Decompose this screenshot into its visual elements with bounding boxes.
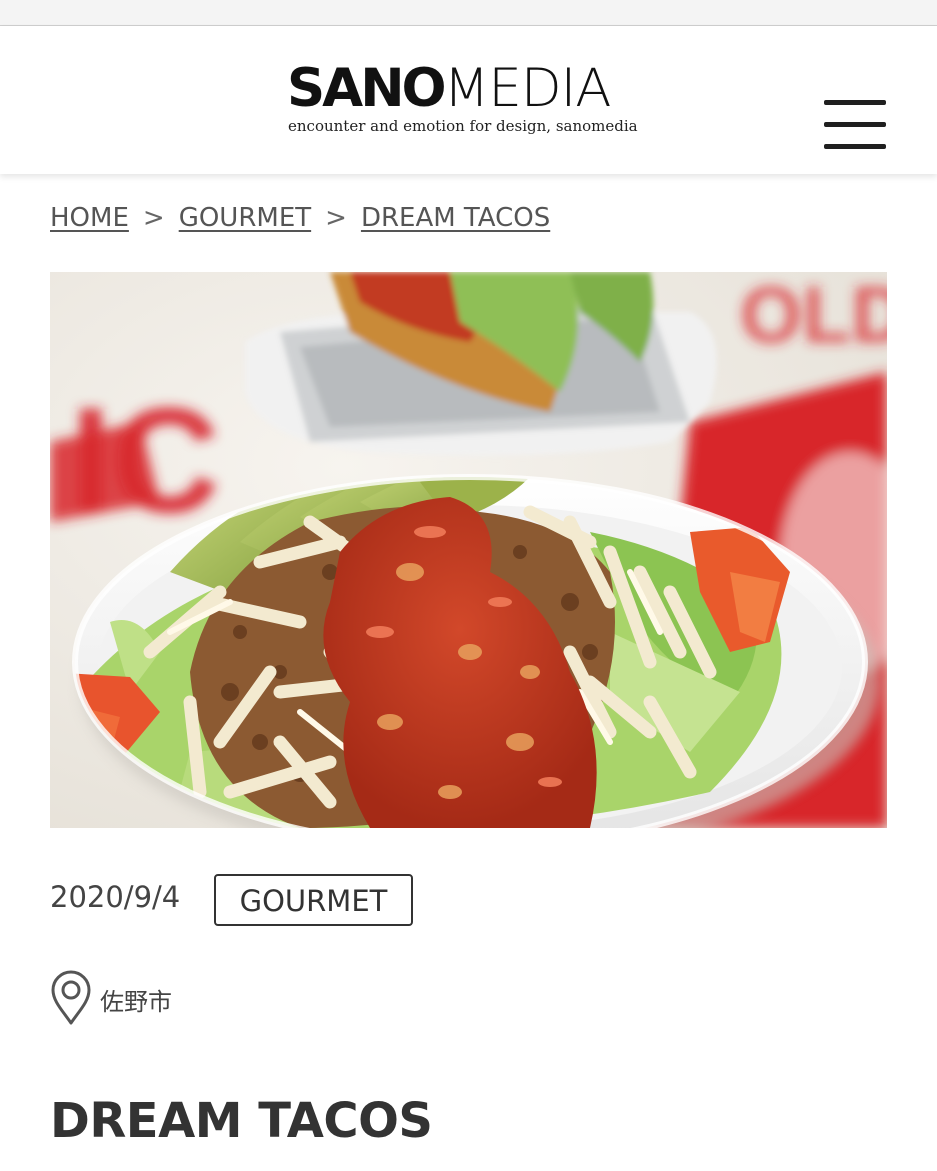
site-header: SANOMEDIA encounter and emotion for desi… bbox=[0, 26, 937, 174]
logo-tagline: encounter and emotion for design, sanome… bbox=[288, 117, 638, 135]
breadcrumb-home-link[interactable]: HOME bbox=[50, 203, 129, 233]
logo-wordmark: SANOMEDIA bbox=[287, 62, 612, 115]
site-logo[interactable]: SANOMEDIA encounter and emotion for desi… bbox=[287, 62, 649, 142]
post-date: 2020/9/4 bbox=[50, 880, 181, 914]
breadcrumb-gourmet-link[interactable]: GOURMET bbox=[179, 203, 311, 233]
breadcrumb-current-link[interactable]: DREAM TACOS bbox=[361, 203, 550, 233]
breadcrumb-separator: > bbox=[142, 203, 165, 233]
svg-text:IC: IC bbox=[70, 376, 220, 544]
browser-top-strip bbox=[0, 0, 937, 26]
logo-light-text: MEDIA bbox=[443, 58, 612, 119]
breadcrumb: HOME > GOURMET > DREAM TACOS bbox=[50, 203, 550, 237]
page-title: DREAM TACOS bbox=[50, 1093, 433, 1149]
taco-salad-photo: IC OLD bbox=[50, 272, 887, 828]
hamburger-menu-icon-bar bbox=[824, 122, 886, 127]
category-badge[interactable]: GOURMET bbox=[214, 874, 413, 926]
hamburger-menu-icon bbox=[824, 100, 886, 105]
location-text: 佐野市 bbox=[100, 988, 172, 1016]
hamburger-menu-button[interactable] bbox=[822, 100, 888, 152]
svg-text:OLD: OLD bbox=[740, 272, 887, 359]
map-pin-icon bbox=[51, 970, 91, 1025]
hamburger-menu-icon-bar bbox=[824, 144, 886, 149]
breadcrumb-separator: > bbox=[325, 203, 347, 233]
hero-image: IC OLD bbox=[50, 272, 887, 828]
logo-bold-text: SANO bbox=[287, 58, 447, 119]
